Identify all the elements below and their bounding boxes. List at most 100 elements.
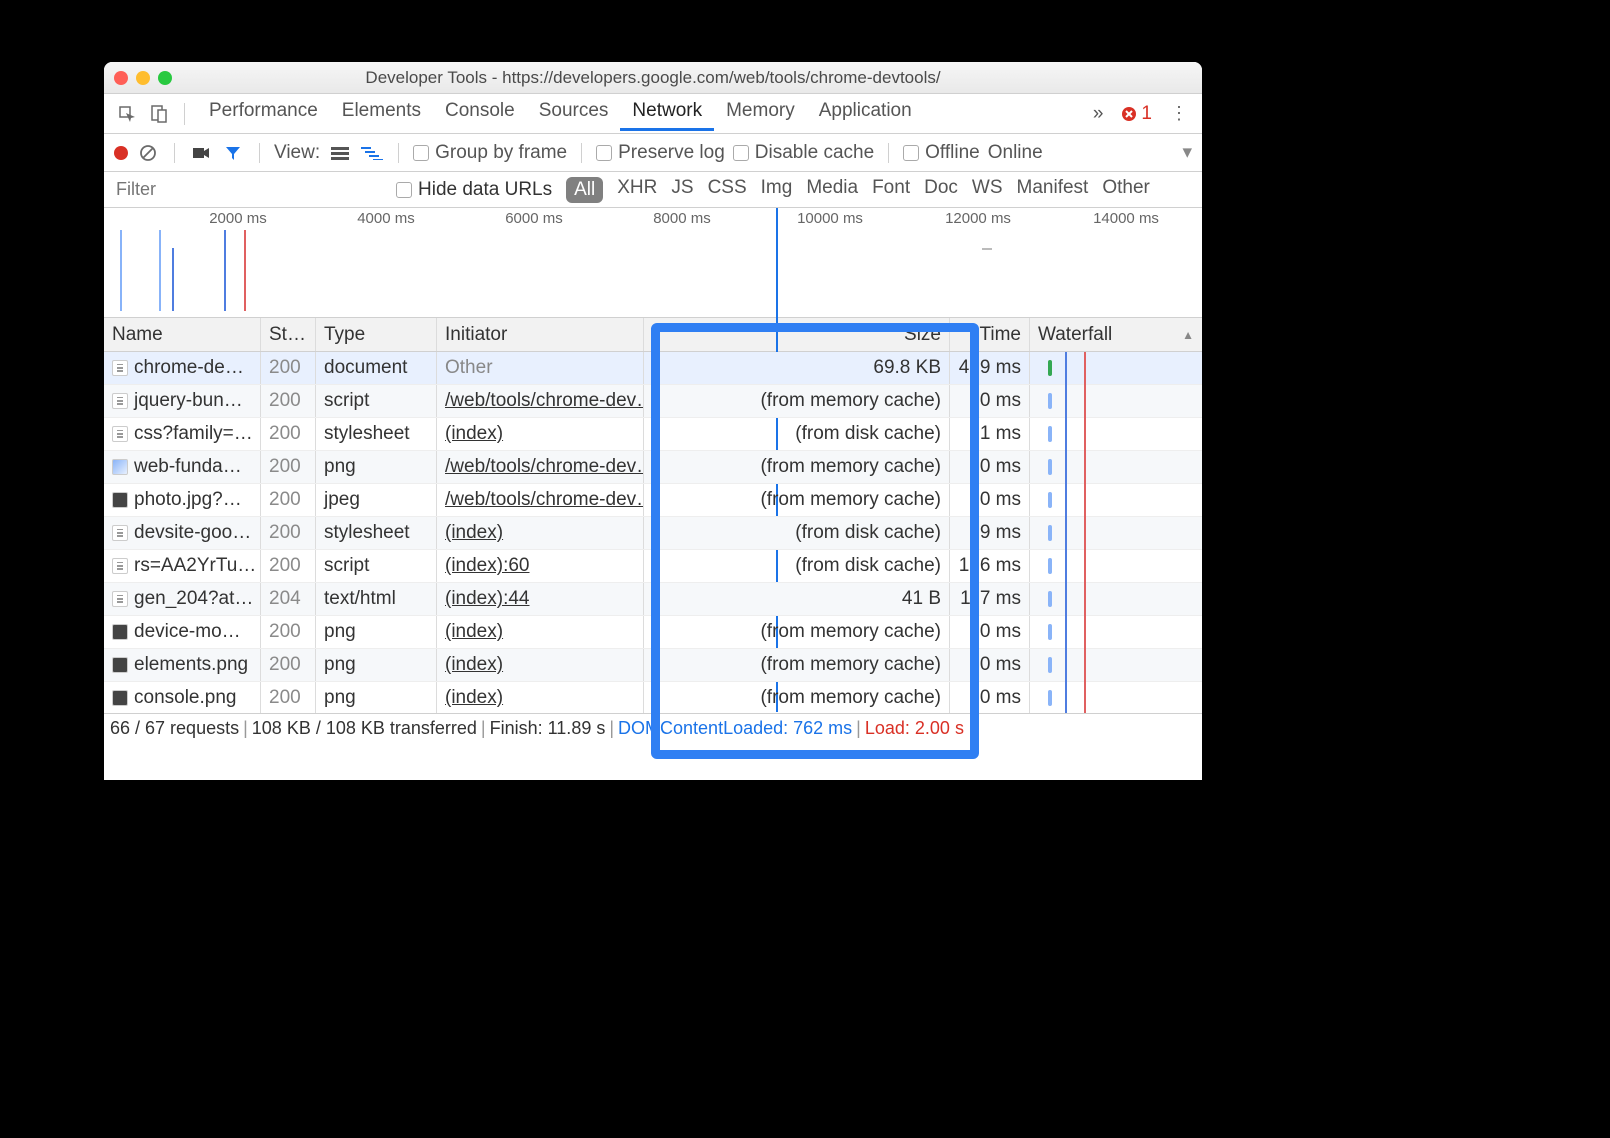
filter-pill-xhr[interactable]: XHR	[617, 177, 657, 203]
tab-sources[interactable]: Sources	[527, 96, 621, 131]
table-row[interactable]: console.png200png(index)(from memory cac…	[104, 682, 1202, 713]
table-row[interactable]: web-funda…200png/web/tools/chrome-dev…(f…	[104, 451, 1202, 484]
timeline-tick: 6000 ms	[460, 210, 608, 227]
close-window-button[interactable]	[114, 71, 128, 85]
request-type: png	[316, 682, 437, 713]
table-row[interactable]: device-mo…200png(index)(from memory cach…	[104, 616, 1202, 649]
timeline-tick: 2000 ms	[164, 210, 312, 227]
filter-pill-media[interactable]: Media	[806, 177, 858, 203]
table-row[interactable]: photo.jpg?…200jpeg/web/tools/chrome-dev……	[104, 484, 1202, 517]
table-row[interactable]: elements.png200png(index)(from memory ca…	[104, 649, 1202, 682]
inspect-element-icon[interactable]	[114, 101, 140, 127]
waterfall-view-icon[interactable]	[360, 146, 384, 160]
request-waterfall	[1030, 550, 1202, 582]
window-title: Developer Tools - https://developers.goo…	[104, 68, 1202, 88]
col-initiator[interactable]: Initiator	[437, 318, 644, 351]
request-initiator[interactable]: (index)	[445, 423, 503, 445]
table-row[interactable]: chrome-de…200documentOther69.8 KB459 ms	[104, 352, 1202, 385]
tab-application[interactable]: Application	[807, 96, 924, 131]
request-time: 126 ms	[950, 550, 1030, 582]
request-initiator[interactable]: (index)	[445, 621, 503, 643]
separator	[888, 143, 889, 163]
request-waterfall	[1030, 484, 1202, 516]
settings-menu-icon[interactable]: ⋮	[1166, 103, 1192, 124]
col-name[interactable]: Name	[104, 318, 261, 351]
file-icon	[112, 393, 128, 409]
table-row[interactable]: rs=AA2YrTu…200script(index):60(from disk…	[104, 550, 1202, 583]
request-initiator[interactable]: (index)	[445, 522, 503, 544]
zoom-window-button[interactable]	[158, 71, 172, 85]
request-name: rs=AA2YrTu…	[134, 555, 256, 577]
request-initiator: Other	[445, 357, 493, 379]
throttling-chevron-icon[interactable]: ▾	[1182, 141, 1192, 164]
requests-table-header: Name St… Type Initiator Size Time Waterf…	[104, 318, 1202, 352]
request-initiator[interactable]: (index)	[445, 654, 503, 676]
filter-pill-js[interactable]: JS	[671, 177, 693, 203]
separator	[174, 143, 175, 163]
request-type: document	[316, 352, 437, 384]
device-toggle-icon[interactable]	[146, 101, 172, 127]
request-name: jquery-bun…	[134, 390, 243, 412]
status-finish: Finish: 11.89 s	[490, 718, 606, 739]
table-row[interactable]: devsite-goo…200stylesheet(index)(from di…	[104, 517, 1202, 550]
record-button[interactable]	[114, 146, 128, 160]
request-size: (from disk cache)	[644, 418, 950, 450]
filter-pill-img[interactable]: Img	[761, 177, 793, 203]
col-size[interactable]: Size	[644, 318, 950, 351]
filter-pill-font[interactable]: Font	[872, 177, 910, 203]
col-status[interactable]: St…	[261, 318, 316, 351]
request-name: css?family=…	[134, 423, 253, 445]
request-initiator[interactable]: /web/tools/chrome-dev…	[445, 456, 644, 478]
timeline-tick: 12000 ms	[904, 210, 1052, 227]
col-time[interactable]: Time	[950, 318, 1030, 351]
filter-icon[interactable]	[221, 144, 245, 162]
request-initiator[interactable]: /web/tools/chrome-dev…	[445, 390, 644, 412]
file-icon	[112, 591, 128, 607]
timeline-overview[interactable]: 2000 ms4000 ms6000 ms8000 ms10000 ms1200…	[104, 208, 1202, 318]
request-initiator[interactable]: (index):60	[445, 555, 530, 577]
group-by-frame-checkbox[interactable]: Group by frame	[413, 142, 567, 164]
camera-icon[interactable]	[189, 146, 213, 160]
filter-pill-css[interactable]: CSS	[708, 177, 747, 203]
tab-network[interactable]: Network	[620, 96, 714, 131]
request-name: photo.jpg?…	[134, 489, 242, 511]
separator	[184, 103, 185, 125]
tab-memory[interactable]: Memory	[714, 96, 807, 131]
request-status: 200	[261, 616, 316, 648]
table-row[interactable]: css?family=…200stylesheet(index)(from di…	[104, 418, 1202, 451]
status-domcontentloaded: DOMContentLoaded: 762 ms	[618, 718, 852, 739]
preserve-log-checkbox[interactable]: Preserve log	[596, 142, 725, 164]
online-dropdown[interactable]: Online	[988, 142, 1043, 164]
filter-pill-doc[interactable]: Doc	[924, 177, 958, 203]
request-name: chrome-de…	[134, 357, 244, 379]
overflow-tabs[interactable]: »	[1081, 99, 1116, 129]
request-name: elements.png	[134, 654, 248, 676]
disable-cache-checkbox[interactable]: Disable cache	[733, 142, 874, 164]
offline-checkbox[interactable]: Offline	[903, 142, 980, 164]
request-waterfall	[1030, 385, 1202, 417]
tab-performance[interactable]: Performance	[197, 96, 330, 131]
request-type: png	[316, 616, 437, 648]
request-waterfall	[1030, 583, 1202, 615]
request-initiator[interactable]: (index):44	[445, 588, 530, 610]
col-waterfall[interactable]: Waterfall▲	[1030, 318, 1202, 351]
filter-pill-manifest[interactable]: Manifest	[1017, 177, 1089, 203]
filter-pill-other[interactable]: Other	[1102, 177, 1150, 203]
request-initiator[interactable]: (index)	[445, 687, 503, 709]
filter-pill-all[interactable]: All	[566, 177, 603, 203]
table-row[interactable]: jquery-bun…200script/web/tools/chrome-de…	[104, 385, 1202, 418]
table-row[interactable]: gen_204?at…204text/html(index):4441 B117…	[104, 583, 1202, 616]
filter-input[interactable]	[112, 177, 382, 202]
filter-pill-ws[interactable]: WS	[972, 177, 1003, 203]
minimize-window-button[interactable]	[136, 71, 150, 85]
clear-icon[interactable]	[136, 144, 160, 162]
request-name: device-mo…	[134, 621, 241, 643]
request-initiator[interactable]: /web/tools/chrome-dev…	[445, 489, 644, 511]
error-badge[interactable]: 1	[1121, 103, 1152, 125]
large-rows-icon[interactable]	[328, 146, 352, 160]
hide-data-urls-checkbox[interactable]: Hide data URLs	[396, 179, 552, 201]
tab-console[interactable]: Console	[433, 96, 527, 131]
status-transferred: 108 KB / 108 KB transferred	[252, 718, 477, 739]
tab-elements[interactable]: Elements	[330, 96, 433, 131]
col-type[interactable]: Type	[316, 318, 437, 351]
